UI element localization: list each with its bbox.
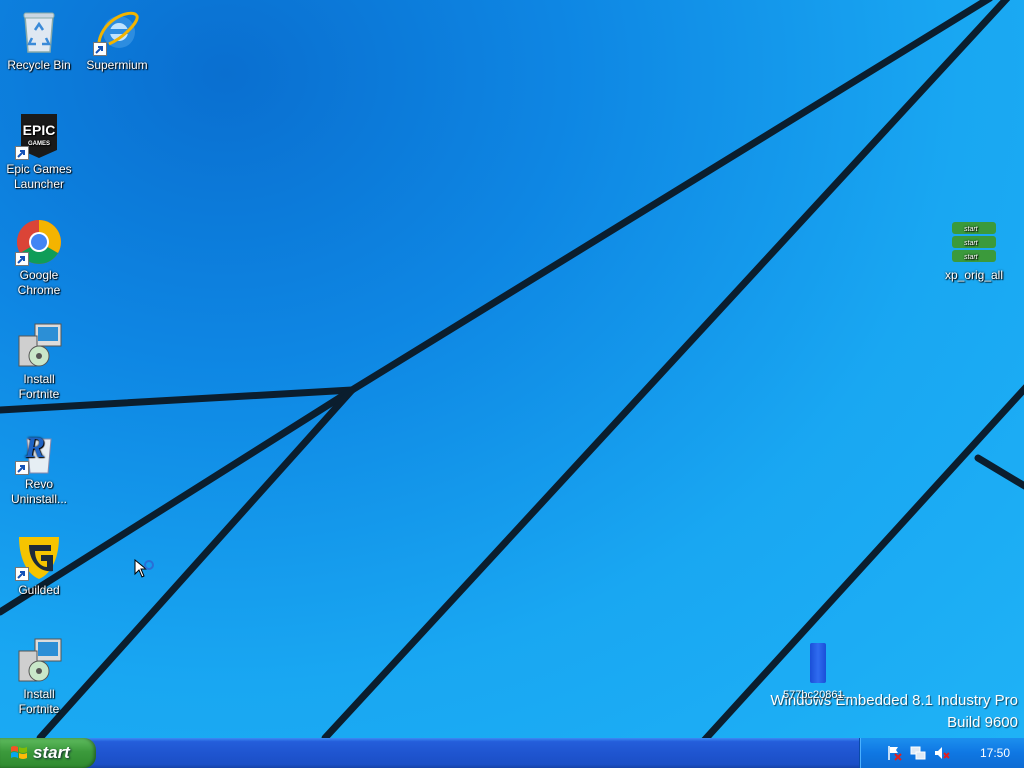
- shortcut-arrow-icon: [15, 146, 29, 160]
- supermium-browser-icon: [93, 8, 141, 56]
- desktop-icon-install-fortnite[interactable]: Install Fortnite: [1, 322, 77, 402]
- epic-games-icon: EPIC GAMES: [15, 112, 63, 160]
- action-center-flag-icon[interactable]: [886, 745, 902, 761]
- watermark-build: Build 9600: [947, 714, 1018, 731]
- blue-file-icon: [810, 643, 826, 683]
- start-buttons-image-icon: start start start: [950, 218, 998, 266]
- desktop-icon-label: Supermium: [86, 58, 148, 72]
- desktop-icon-epic-games-launcher[interactable]: EPIC GAMES Epic Games Launcher: [1, 112, 77, 192]
- shortcut-arrow-icon: [93, 42, 107, 56]
- desktop-icon-label: Revo Uninstall...: [10, 477, 68, 506]
- desktop-icon-supermium[interactable]: Supermium: [79, 8, 155, 73]
- svg-text:start: start: [964, 254, 979, 261]
- start-label: start: [33, 743, 70, 762]
- installer-icon: [15, 322, 63, 370]
- desktop-icon-xp-orig-all[interactable]: start start start xp_orig_all: [936, 218, 1012, 283]
- svg-text:EPIC: EPIC: [23, 122, 56, 138]
- desktop-icon-label: xp_orig_all: [944, 268, 1004, 282]
- revo-uninstaller-icon: R: [15, 427, 63, 475]
- svg-text:R: R: [24, 431, 45, 464]
- desktop-icon-label: Install Fortnite: [18, 687, 60, 716]
- svg-text:GAMES: GAMES: [28, 141, 50, 147]
- desktop-icon-guilded[interactable]: Guilded: [1, 533, 77, 598]
- desktop-icon-recycle-bin[interactable]: Recycle Bin: [1, 8, 77, 73]
- wallpaper-lines: [0, 0, 1024, 738]
- svg-text:start: start: [964, 226, 979, 233]
- shortcut-arrow-icon: [15, 461, 29, 475]
- desktop-icon-install-fortnite[interactable]: Install Fortnite: [1, 637, 77, 717]
- svg-text:start: start: [964, 240, 979, 247]
- desktop-icon-label: Recycle Bin: [7, 58, 71, 72]
- start-button[interactable]: start: [0, 738, 96, 768]
- shortcut-arrow-icon: [15, 567, 29, 581]
- network-icon[interactable]: [910, 745, 926, 761]
- desktop-icon-label: Google Chrome: [17, 268, 61, 297]
- system-tray: 17:50: [859, 738, 1024, 768]
- clock[interactable]: 17:50: [980, 738, 1010, 768]
- desktop-icon-file-577bc[interactable]: [808, 643, 828, 683]
- mouse-cursor-busy-icon: [134, 559, 154, 578]
- shortcut-arrow-icon: [15, 252, 29, 266]
- desktop-icon-revo-uninstaller[interactable]: R Revo Uninstall...: [1, 427, 77, 507]
- desktop-icon-label: Install Fortnite: [18, 372, 60, 401]
- volume-muted-icon[interactable]: [934, 745, 950, 761]
- guilded-icon: [15, 533, 63, 581]
- desktop-icon-label: Epic Games Launcher: [6, 162, 72, 191]
- windows-flag-icon: [11, 746, 27, 759]
- desktop-icon-label: Guilded: [18, 583, 60, 597]
- taskbar: start 17:50: [0, 738, 1024, 768]
- desktop-icon-label: 577bc20861...: [783, 689, 853, 701]
- desktop[interactable]: Recycle Bin Supermium EPIC GAMES Epic Ga…: [0, 0, 1024, 738]
- recycle-bin-icon: [15, 8, 63, 56]
- desktop-icon-google-chrome[interactable]: Google Chrome: [1, 218, 77, 298]
- chrome-icon: [15, 218, 63, 266]
- installer-icon: [15, 637, 63, 685]
